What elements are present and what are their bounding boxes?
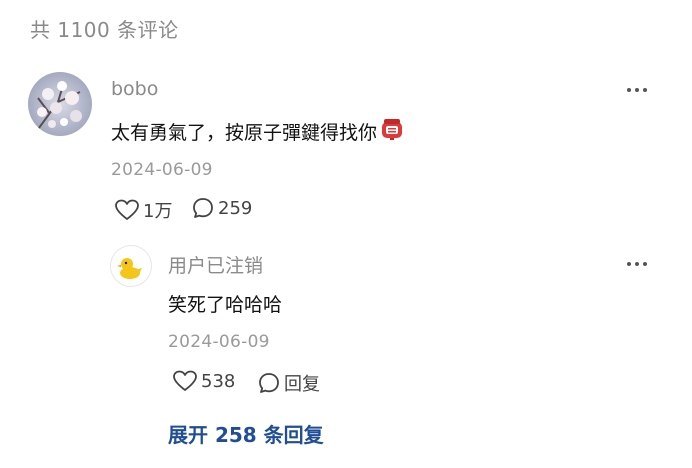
comment-bubble-icon xyxy=(259,373,279,393)
reply-date: 2024-06-09 xyxy=(168,332,270,352)
reply-button[interactable]: 回复 xyxy=(258,370,320,396)
comment-date: 2024-06-09 xyxy=(111,160,213,180)
more-dots-icon xyxy=(627,88,647,92)
heart-icon xyxy=(115,199,139,220)
comment-text: 太有勇氣了，按原子彈鍵得找你 xyxy=(111,122,378,144)
more-options-button[interactable] xyxy=(622,254,652,274)
reply-text: 笑死了哈哈哈 xyxy=(168,294,283,316)
like-button[interactable]: 538 xyxy=(173,370,235,392)
comment-count-header: 共 1100 条评论 xyxy=(30,18,179,42)
comment-text-row: 太有勇氣了，按原子彈鍵得找你 xyxy=(111,117,405,146)
avatar[interactable] xyxy=(28,72,92,136)
like-count: 538 xyxy=(201,370,236,392)
duck-avatar-icon xyxy=(117,258,142,279)
more-options-button[interactable] xyxy=(622,80,652,100)
red-lantern-sticker-icon xyxy=(379,117,405,146)
reply-button[interactable]: 259 xyxy=(192,197,252,219)
reply-author[interactable]: 用户已注销 xyxy=(168,251,263,278)
heart-icon xyxy=(173,370,197,391)
comment-author[interactable]: bobo xyxy=(111,78,158,100)
avatar[interactable] xyxy=(110,245,152,287)
reply-label: 回复 xyxy=(284,374,320,395)
reply-count: 259 xyxy=(218,197,253,219)
more-dots-icon xyxy=(627,262,647,266)
like-button[interactable]: 1万 xyxy=(115,197,172,223)
like-count: 1万 xyxy=(143,201,173,222)
expand-replies-link[interactable]: 展开 258 条回复 xyxy=(168,419,324,448)
comment-bubble-icon xyxy=(193,198,213,218)
